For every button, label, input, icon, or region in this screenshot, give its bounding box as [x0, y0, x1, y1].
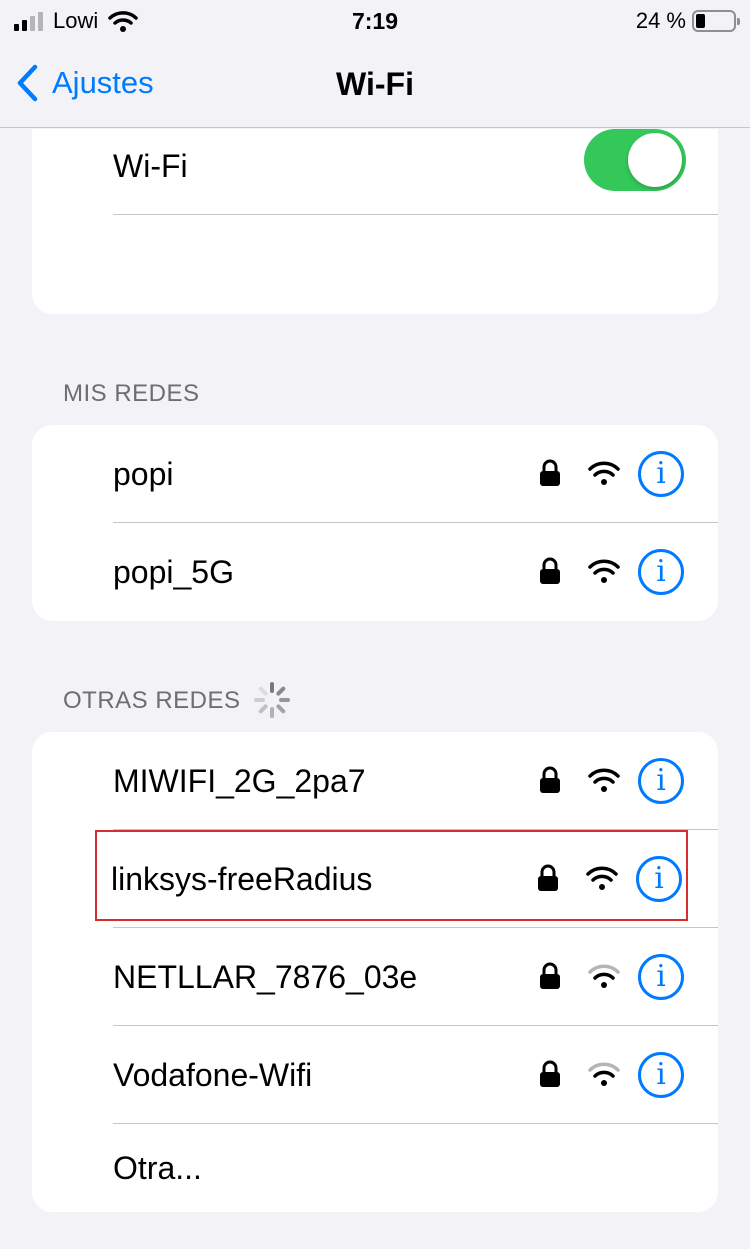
network-name: Vodafone-Wifi — [113, 1057, 313, 1093]
network-name: popi_5G — [113, 554, 234, 590]
info-icon[interactable]: i — [638, 1052, 684, 1098]
network-name: NETLLAR_7876_03e — [113, 959, 418, 995]
section-header-other-networks: OTRAS REDES — [63, 687, 241, 714]
battery-icon — [692, 10, 740, 32]
network-row[interactable]: popi i — [32, 425, 718, 523]
lock-icon — [540, 459, 560, 486]
info-icon[interactable]: i — [638, 758, 684, 804]
network-row[interactable]: Vodafone-Wifi i — [32, 1026, 718, 1124]
navigation-bar: Ajustes Wi-Fi — [0, 44, 750, 128]
wifi-signal-icon — [588, 964, 620, 988]
network-name: popi — [113, 456, 174, 492]
status-right: 24 % — [635, 8, 740, 34]
wifi-toggle-row: Wi-Fi — [32, 129, 718, 215]
wifi-toggle-card: Wi-Fi — [32, 129, 718, 314]
lock-icon — [540, 1060, 560, 1087]
network-row[interactable]: MIWIFI_2G_2pa7 i — [32, 732, 718, 830]
wifi-signal-icon — [588, 559, 620, 583]
wifi-signal-icon — [588, 768, 620, 792]
network-name: MIWIFI_2G_2pa7 — [113, 763, 366, 799]
other-network-row[interactable]: Otra... — [32, 1124, 718, 1212]
info-icon[interactable]: i — [638, 549, 684, 595]
lock-icon — [540, 962, 560, 989]
network-row[interactable]: NETLLAR_7876_03e i — [32, 928, 718, 1026]
network-row[interactable]: popi_5G i — [32, 523, 718, 621]
other-network-label: Otra... — [113, 1150, 202, 1186]
info-icon[interactable]: i — [638, 451, 684, 497]
wifi-signal-icon — [588, 1062, 620, 1086]
wifi-toggle-switch[interactable] — [584, 129, 686, 191]
wifi-toggle-label: Wi-Fi — [113, 148, 188, 184]
wifi-signal-icon — [588, 461, 620, 485]
other-networks-card: MIWIFI_2G_2pa7 i linksys-freeRadius i NE… — [32, 732, 718, 1212]
loading-spinner-icon — [254, 682, 290, 718]
page-title: Wi-Fi — [336, 66, 414, 102]
section-header-my-networks: MIS REDES — [63, 380, 200, 407]
lock-icon — [540, 766, 560, 793]
highlight-box — [95, 830, 688, 921]
status-bar: Lowi 7:19 24 % — [0, 0, 750, 44]
lock-icon — [540, 557, 560, 584]
my-networks-card: popi i popi_5G i — [32, 425, 718, 621]
info-icon[interactable]: i — [638, 954, 684, 1000]
battery-percent: 24 % — [635, 8, 686, 33]
